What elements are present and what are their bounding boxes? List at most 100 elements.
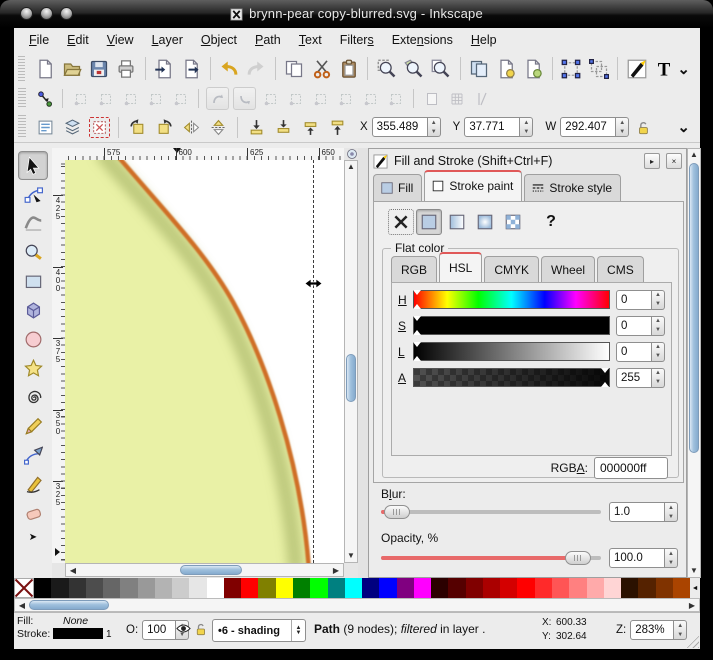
text-dialog-button[interactable]: T: [652, 56, 675, 82]
tab-fill[interactable]: Fill: [373, 174, 423, 201]
layer-visibility-eye-icon[interactable]: [176, 622, 191, 635]
h-spinbox[interactable]: 0 ▲ ▼: [616, 289, 665, 310]
palette-swatch[interactable]: [34, 578, 52, 598]
new-document-button[interactable]: [33, 56, 56, 82]
menu-help[interactable]: Help: [462, 30, 506, 50]
linear-gradient-button[interactable]: [444, 209, 470, 235]
pen-tool-button[interactable]: [18, 441, 48, 470]
toolbar-overflow-chevron[interactable]: ⌄: [677, 118, 690, 136]
s-spinbox[interactable]: 0 ▲ ▼: [616, 315, 665, 336]
colortab-cms[interactable]: CMS: [597, 256, 644, 283]
palette-swatch[interactable]: [621, 578, 639, 598]
menu-text[interactable]: Text: [290, 30, 331, 50]
snap-bbox-edge-midpoints-button[interactable]: [145, 88, 166, 109]
colortab-hsl[interactable]: HSL: [439, 252, 483, 283]
l-spinbox[interactable]: 0 ▲ ▼: [616, 341, 665, 362]
snap-guides-button[interactable]: [471, 88, 492, 109]
radial-gradient-button[interactable]: [472, 209, 498, 235]
titlebar[interactable]: brynn-pear copy-blurred.svg - Inkscape: [0, 0, 713, 28]
spin-steppers[interactable]: ▲ ▼: [520, 117, 534, 137]
palette-overflow-arrow[interactable]: ◄: [690, 578, 700, 598]
menu-layer[interactable]: Layer: [143, 30, 192, 50]
select-all-button[interactable]: [34, 116, 57, 139]
opacity-up-arrow[interactable]: ▲: [665, 549, 677, 558]
unlink-clone-button[interactable]: [522, 56, 545, 82]
palette-swatch[interactable]: [103, 578, 121, 598]
zoom-selection-button[interactable]: [375, 56, 398, 82]
slider-position-marker[interactable]: [413, 342, 422, 361]
palette-swatch[interactable]: [448, 578, 466, 598]
export-button[interactable]: [180, 56, 203, 82]
layer-lock-icon[interactable]: [194, 622, 207, 636]
palette-swatch[interactable]: [344, 578, 363, 598]
palette-swatch[interactable]: [465, 578, 483, 598]
calligraphy-tool-button[interactable]: [18, 470, 48, 499]
palette-swatch[interactable]: [223, 578, 242, 598]
layer-selector[interactable]: •6 - shading ▲ ▼: [212, 619, 306, 642]
group-button[interactable]: [560, 56, 583, 82]
snap-grid-button[interactable]: [446, 88, 467, 109]
palette-none-swatch[interactable]: [14, 578, 34, 598]
palette-scroll-left-arrow[interactable]: ◀: [18, 602, 26, 610]
snap-nodes-button[interactable]: [206, 87, 229, 110]
paste-button[interactable]: [337, 56, 360, 82]
palette-swatch[interactable]: [431, 578, 449, 598]
s-slider[interactable]: [413, 316, 610, 335]
save-document-button[interactable]: [87, 56, 110, 82]
palette-swatch[interactable]: [534, 578, 552, 598]
blur-up-arrow[interactable]: ▲: [665, 503, 677, 512]
spin-steppers[interactable]: ▲ ▼: [616, 117, 630, 137]
menu-extensions[interactable]: Extensions: [383, 30, 462, 50]
spiral-tool-button[interactable]: [18, 383, 48, 412]
menu-view[interactable]: View: [98, 30, 143, 50]
row3-grip[interactable]: [18, 115, 26, 139]
lower-to-bottom-button[interactable]: [245, 116, 268, 139]
palette-swatch[interactable]: [120, 578, 138, 598]
deselect-button[interactable]: [88, 116, 111, 139]
palette-swatch[interactable]: [206, 578, 224, 598]
l-slider[interactable]: [413, 342, 610, 361]
spin-steppers[interactable]: ▲ ▼: [652, 289, 665, 310]
redo-button[interactable]: [245, 56, 268, 82]
snap-bbox-button[interactable]: [70, 88, 91, 109]
canvas[interactable]: [65, 160, 344, 563]
rgba-input[interactable]: 000000ff: [594, 457, 668, 479]
rotate-cw-button[interactable]: [153, 116, 176, 139]
palette-swatch[interactable]: [275, 578, 293, 598]
fill-stroke-dialog-button[interactable]: [625, 56, 648, 82]
colortab-cmyk[interactable]: CMYK: [484, 256, 540, 283]
unknown-paint-button[interactable]: ?: [538, 209, 564, 235]
a-spinbox[interactable]: 255 ▲ ▼: [616, 367, 665, 388]
palette-swatch[interactable]: [68, 578, 86, 598]
tab-stroke-paint[interactable]: Stroke paint: [424, 170, 523, 201]
ungroup-button[interactable]: [587, 56, 610, 82]
panel-detach-button[interactable]: ▸: [644, 153, 660, 169]
palette-swatch[interactable]: [51, 578, 69, 598]
snap-paths-button[interactable]: [233, 87, 256, 110]
menu-edit[interactable]: Edit: [58, 30, 98, 50]
layer-stepper[interactable]: ▲ ▼: [291, 620, 305, 641]
opacity-down-arrow[interactable]: ▼: [665, 558, 677, 567]
canvas-vertical-scrollbar[interactable]: ▲ ▼: [344, 160, 358, 563]
opacity-spinbox[interactable]: 100.0 ▲ ▼: [609, 548, 678, 568]
palette-swatch[interactable]: [379, 578, 397, 598]
scroll-up-arrow[interactable]: ▲: [345, 163, 357, 171]
panel-close-button[interactable]: ×: [666, 153, 682, 169]
scroll-down-arrow[interactable]: ▼: [345, 552, 357, 560]
node-tool-button[interactable]: [18, 180, 48, 209]
palette-swatch[interactable]: [655, 578, 673, 598]
menu-filters[interactable]: Filters: [331, 30, 383, 50]
dock-splitter[interactable]: [358, 148, 368, 578]
open-document-button[interactable]: [60, 56, 83, 82]
snap-page-border-button[interactable]: [421, 88, 442, 109]
palette-swatch[interactable]: [638, 578, 656, 598]
lower-button[interactable]: [272, 116, 295, 139]
palette-swatch[interactable]: [517, 578, 535, 598]
tweak-tool-button[interactable]: [18, 209, 48, 238]
tab-stroke-style[interactable]: Stroke style: [524, 174, 622, 201]
lock-aspect-icon[interactable]: [636, 120, 650, 135]
palette-swatch[interactable]: [569, 578, 587, 598]
palette-swatch[interactable]: [396, 578, 414, 598]
palette-swatch[interactable]: [362, 578, 380, 598]
panel-scrollbar-thumb[interactable]: [689, 163, 699, 453]
